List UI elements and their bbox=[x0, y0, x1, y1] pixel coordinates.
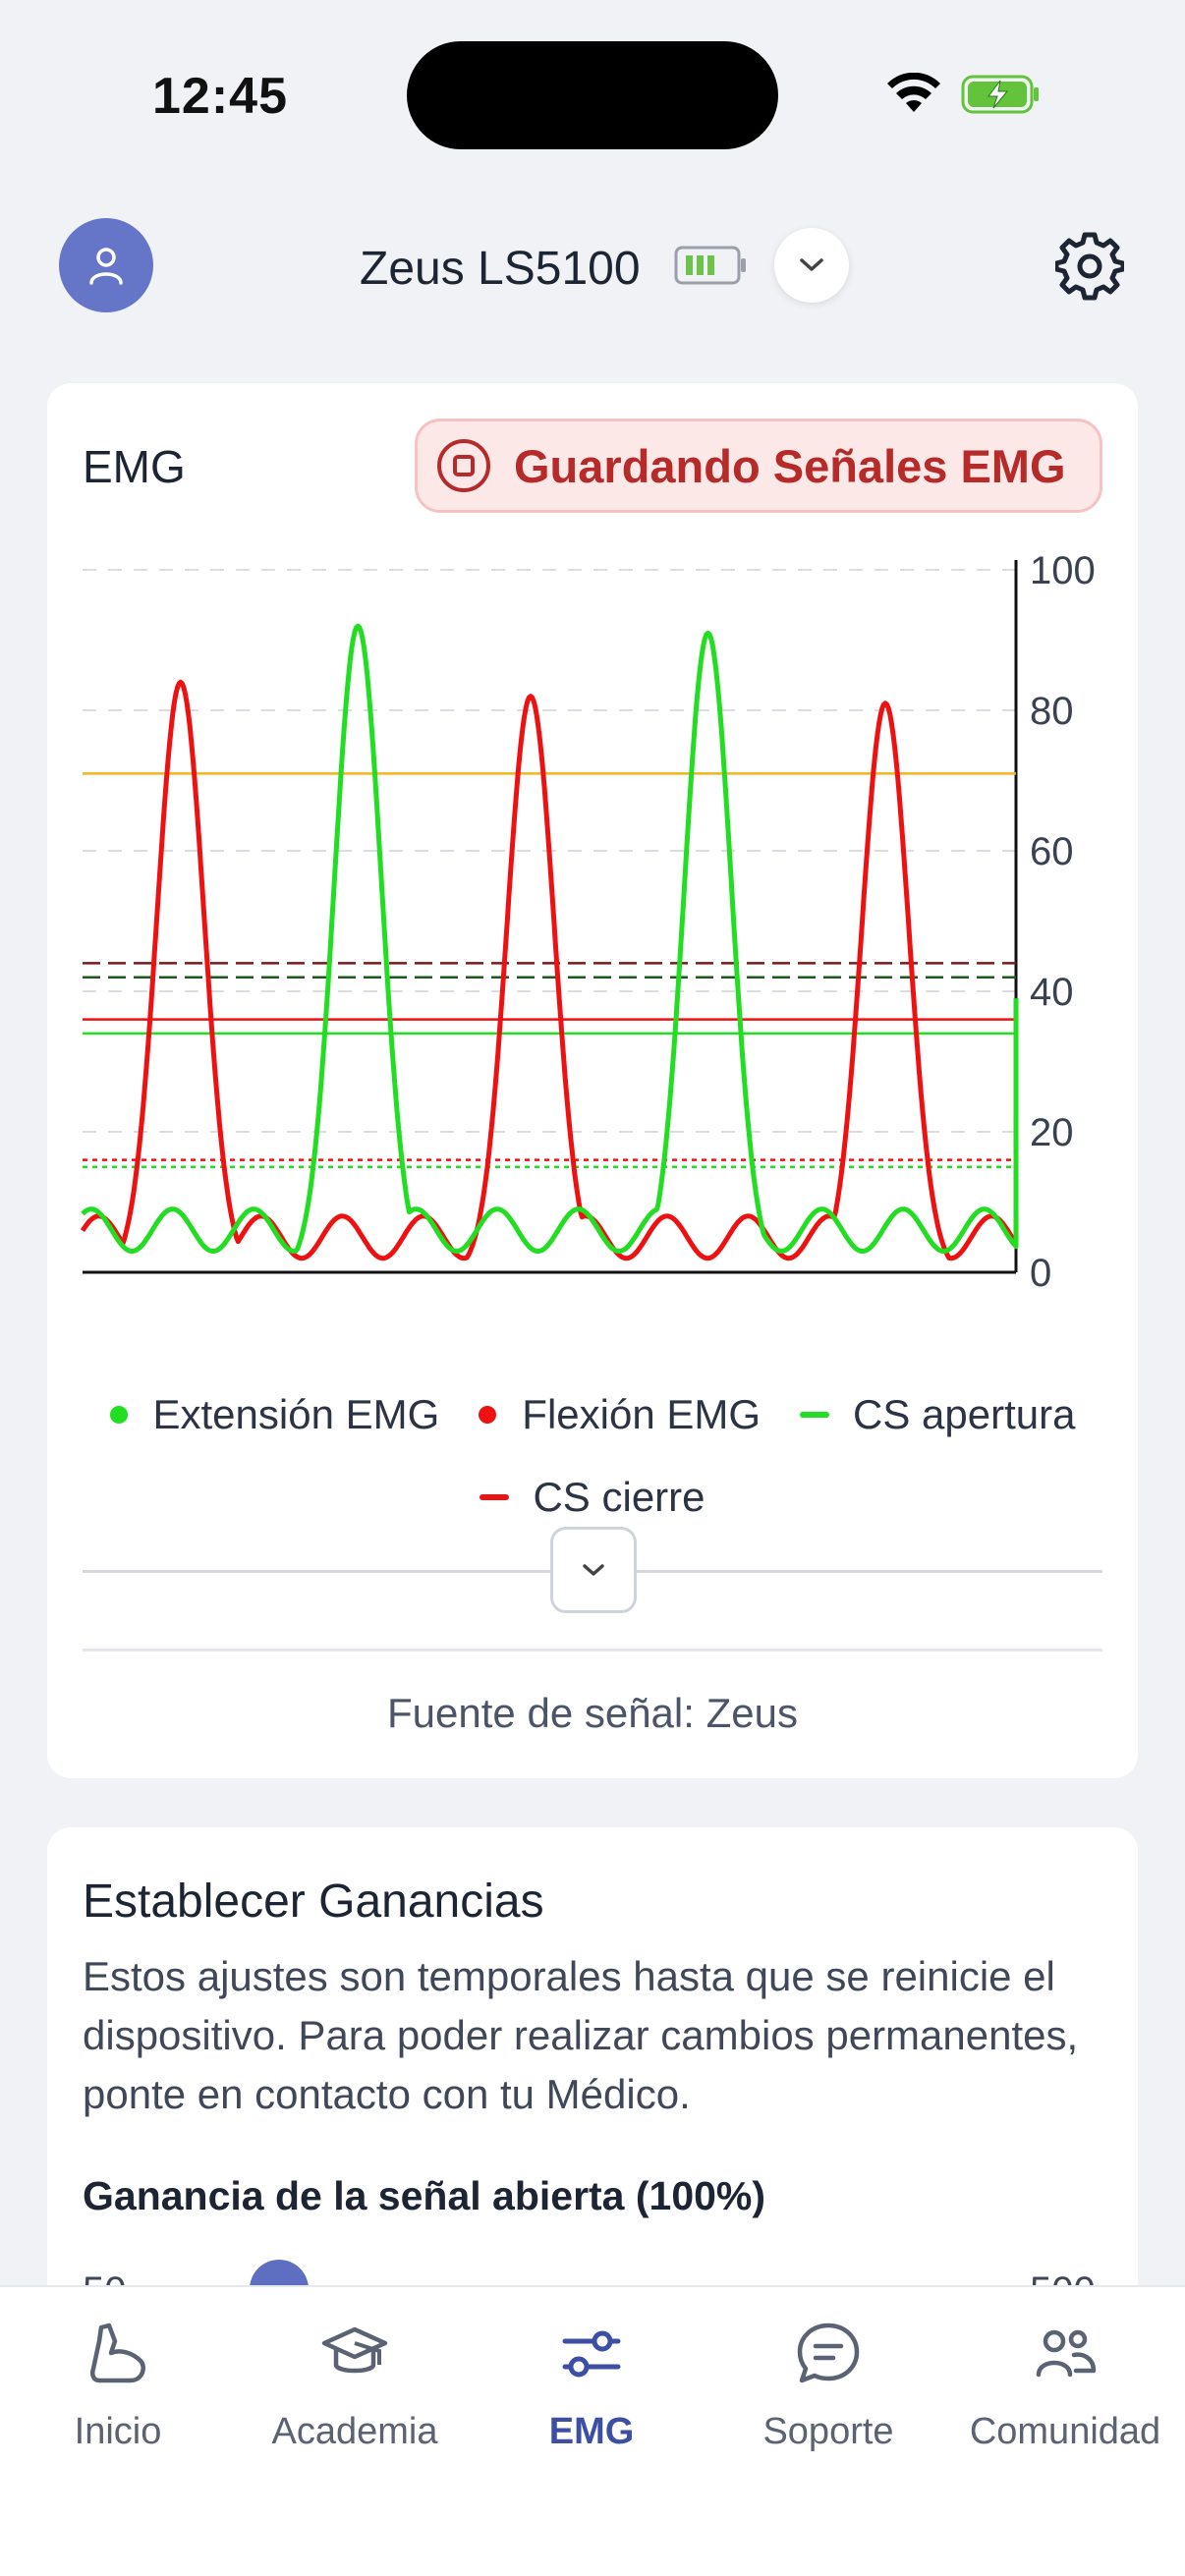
y-tick-label: 0 bbox=[1030, 1252, 1051, 1295]
signal-source-text: Fuente de señal: Zeus bbox=[387, 1690, 798, 1736]
device-selector-dropdown[interactable] bbox=[774, 228, 849, 303]
chevron-down-icon bbox=[583, 1564, 604, 1576]
settings-button[interactable] bbox=[1053, 230, 1126, 303]
header: Zeus LS5100 bbox=[0, 206, 1185, 324]
profile-avatar-button[interactable] bbox=[59, 218, 153, 312]
legend-dot-flexion bbox=[479, 1406, 497, 1424]
legend-row-1: Extensión EMG Flexión EMG CS apertura bbox=[47, 1373, 1138, 1456]
recording-label: Guardando Señales EMG bbox=[514, 439, 1066, 492]
nav-item-emg[interactable]: EMG bbox=[474, 2317, 709, 2453]
battery-charging-icon bbox=[961, 75, 1039, 114]
nav-item-soporte[interactable]: Soporte bbox=[710, 2317, 946, 2453]
nav-item-academia[interactable]: Academia bbox=[237, 2317, 473, 2453]
legend-label-cs-cierre: CS cierre bbox=[533, 1474, 705, 1520]
chevron-down-icon bbox=[800, 258, 823, 271]
nav-label-emg: EMG bbox=[548, 2411, 635, 2452]
status-time: 12:45 bbox=[152, 68, 288, 125]
sliders-icon bbox=[562, 2330, 621, 2378]
legend-line-cs-cierre bbox=[480, 1494, 510, 1500]
chat-bubble-icon bbox=[797, 2323, 860, 2383]
nav-item-comunidad[interactable]: Comunidad bbox=[947, 2317, 1183, 2453]
chart-legend: Extensión EMG Flexión EMG CS apertura CS… bbox=[47, 1373, 1138, 1539]
device-name: Zeus LS5100 bbox=[360, 243, 641, 295]
device-battery-icon bbox=[674, 246, 746, 285]
open-gain-label: Ganancia de la señal abierta (100%) bbox=[83, 2173, 766, 2218]
legend-item-flexion: Flexión EMG bbox=[479, 1391, 761, 1438]
y-tick-label: 40 bbox=[1030, 971, 1074, 1014]
legend-label-extension: Extensión EMG bbox=[152, 1391, 440, 1437]
wifi-icon bbox=[887, 73, 940, 112]
stop-recording-button[interactable]: Guardando Señales EMG bbox=[415, 419, 1102, 513]
nav-label-inicio: Inicio bbox=[74, 2411, 162, 2452]
legend-item-cs-cierre: CS cierre bbox=[480, 1474, 705, 1521]
legend-item-cs-apertura: CS apertura bbox=[800, 1391, 1075, 1438]
legend-label-cs-apertura: CS apertura bbox=[853, 1391, 1076, 1437]
nav-label-soporte: Soporte bbox=[762, 2411, 894, 2452]
dynamic-island bbox=[407, 41, 778, 149]
flexion-emg-line bbox=[80, 679, 1019, 1261]
gain-card-description: Estos ajustes son temporales hasta que s… bbox=[83, 1953, 1079, 2117]
user-icon bbox=[89, 248, 123, 285]
y-tick-label: 80 bbox=[1030, 690, 1074, 733]
gain-card-title: Establecer Ganancias bbox=[83, 1876, 544, 1928]
legend-label-flexion: Flexión EMG bbox=[522, 1391, 762, 1437]
card-divider bbox=[83, 1649, 1102, 1652]
bottom-nav: Inicio Academia EMG Soporte Comunidad bbox=[0, 2285, 1185, 2576]
stop-circle-icon bbox=[437, 439, 490, 492]
legend-line-cs-apertura bbox=[800, 1412, 830, 1418]
y-tick-label: 20 bbox=[1030, 1111, 1074, 1154]
nav-item-inicio[interactable]: Inicio bbox=[0, 2317, 236, 2453]
gear-icon bbox=[1055, 232, 1124, 301]
emg-card-title: EMG bbox=[83, 441, 186, 492]
legend-dot-extension bbox=[109, 1406, 128, 1424]
nav-label-comunidad: Comunidad bbox=[969, 2411, 1161, 2452]
graduation-cap-icon bbox=[321, 2326, 388, 2374]
y-tick-label: 60 bbox=[1030, 830, 1074, 873]
y-tick-label: 100 bbox=[1030, 549, 1096, 592]
nav-label-academia: Academia bbox=[271, 2411, 438, 2452]
arm-icon bbox=[90, 2323, 145, 2383]
community-icon bbox=[1036, 2329, 1097, 2378]
status-bar: 12:45 bbox=[0, 0, 1185, 187]
legend-item-extension: Extensión EMG bbox=[109, 1391, 440, 1438]
expand-chart-button[interactable] bbox=[550, 1527, 637, 1613]
emg-card: EMG Guardando Señales EMG 0 20 40 60 80 100 E… bbox=[47, 383, 1138, 1778]
